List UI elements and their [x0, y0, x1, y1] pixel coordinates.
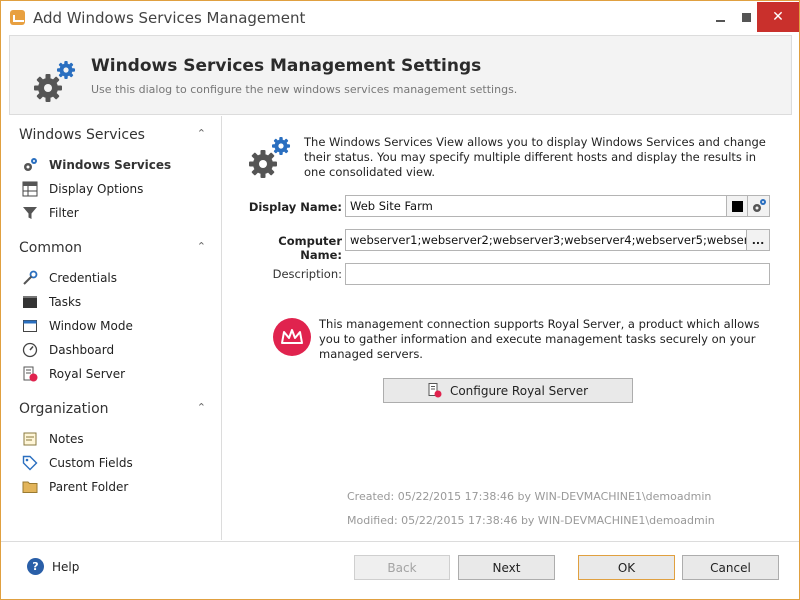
minimize-button[interactable]: [707, 2, 733, 32]
chevron-up-icon[interactable]: ⌃: [197, 127, 206, 140]
sidebar-item-credentials[interactable]: Credentials: [21, 268, 216, 288]
configure-royal-server-button[interactable]: Configure Royal Server: [383, 378, 633, 403]
tag-icon: [21, 455, 39, 471]
sidebar: Windows Services ⌃ Windows Services Disp…: [9, 116, 222, 540]
modified-text: Modified: 05/22/2015 17:38:46 by WIN-DEV…: [347, 514, 715, 527]
window-title: Add Windows Services Management: [33, 9, 306, 27]
color-swatch-icon: [731, 200, 743, 212]
header-title: Windows Services Management Settings: [91, 56, 482, 76]
browse-button[interactable]: ...: [746, 229, 770, 251]
cancel-button[interactable]: Cancel: [682, 555, 779, 580]
royal-server-icon: [21, 366, 39, 382]
notes-icon: [21, 431, 39, 447]
group-organization[interactable]: Organization ⌃: [19, 401, 214, 417]
window-icon: [21, 318, 39, 334]
dialog-window: Add Windows Services Management ✕ Window…: [0, 0, 800, 600]
sidebar-item-dashboard[interactable]: Dashboard: [21, 340, 216, 360]
key-icon: [21, 270, 39, 286]
sidebar-item-custom-fields[interactable]: Custom Fields: [21, 453, 216, 473]
close-button[interactable]: ✕: [757, 2, 799, 32]
sidebar-item-label: Parent Folder: [49, 480, 129, 494]
computer-name-label: Computer Name:: [278, 234, 342, 262]
help-link[interactable]: ? Help: [27, 558, 79, 575]
maximize-icon: [741, 12, 751, 22]
sidebar-item-label: Display Options: [49, 182, 144, 196]
header-subtitle: Use this dialog to configure the new win…: [91, 83, 518, 96]
group-windows-services[interactable]: Windows Services ⌃: [19, 127, 214, 143]
sidebar-item-royal-server[interactable]: Royal Server: [21, 364, 216, 384]
chevron-up-icon[interactable]: ⌃: [197, 240, 206, 253]
gears-icon: [21, 157, 39, 173]
maximize-button[interactable]: [733, 2, 759, 32]
display-options-icon: [21, 181, 39, 197]
next-button[interactable]: Next: [458, 555, 555, 580]
sidebar-item-parent-folder[interactable]: Parent Folder: [21, 477, 216, 497]
back-button[interactable]: Back: [354, 555, 450, 580]
gears-icon: [752, 199, 766, 212]
royal-server-icon: [428, 383, 442, 398]
color-picker-button[interactable]: [726, 195, 748, 217]
gears-icon: [34, 61, 75, 102]
group-common[interactable]: Common ⌃: [19, 240, 214, 256]
sidebar-item-label: Custom Fields: [49, 456, 133, 470]
sidebar-item-label: Credentials: [49, 271, 118, 285]
sidebar-item-label: Notes: [49, 432, 84, 446]
computer-name-input[interactable]: webserver1;webserver2;webserver3;webserv…: [345, 229, 747, 251]
filter-icon: [21, 205, 39, 221]
dashboard-icon: [21, 342, 39, 358]
display-name-label: Display Name:: [248, 200, 342, 214]
description-input[interactable]: [345, 263, 770, 285]
crown-icon: [281, 329, 303, 344]
sidebar-item-label: Windows Services: [49, 158, 172, 172]
group-title: Windows Services: [19, 127, 145, 143]
gears-icon: [249, 137, 290, 178]
chevron-up-icon[interactable]: ⌃: [197, 401, 206, 414]
sidebar-item-label: Dashboard: [49, 343, 115, 357]
folder-icon: [21, 479, 39, 495]
dialog-header: Windows Services Management Settings Use…: [9, 35, 792, 115]
sidebar-item-notes[interactable]: Notes: [21, 429, 216, 449]
royal-server-logo: [273, 318, 311, 356]
description-label: Description:: [272, 267, 342, 281]
sidebar-item-label: Filter: [49, 206, 79, 220]
app-icon: [10, 10, 25, 25]
help-icon: ?: [27, 558, 44, 575]
sidebar-item-label: Tasks: [49, 295, 82, 309]
tasks-icon: [21, 294, 39, 310]
sidebar-item-windows-services[interactable]: Windows Services: [21, 155, 216, 175]
minimize-icon: [715, 20, 725, 22]
close-icon: ✕: [772, 9, 784, 25]
info-text: The Windows Services View allows you to …: [304, 135, 766, 179]
icon-picker-button[interactable]: [747, 195, 770, 217]
sidebar-item-display-options[interactable]: Display Options: [21, 179, 216, 199]
dialog-footer: ? Help Back Next OK Cancel: [1, 541, 799, 599]
royal-server-text: This management connection supports Roya…: [319, 317, 760, 361]
help-label: Help: [52, 559, 80, 574]
sidebar-item-window-mode[interactable]: Window Mode: [21, 316, 216, 336]
group-title: Common: [19, 240, 83, 256]
ok-button[interactable]: OK: [578, 555, 675, 580]
sidebar-item-tasks[interactable]: Tasks: [21, 292, 216, 312]
created-text: Created: 05/22/2015 17:38:46 by WIN-DEVM…: [347, 490, 712, 503]
display-name-input[interactable]: Web Site Farm: [345, 195, 727, 217]
configure-button-label: Configure Royal Server: [449, 383, 589, 398]
sidebar-item-label: Window Mode: [49, 319, 133, 333]
sidebar-item-filter[interactable]: Filter: [21, 203, 216, 223]
group-title: Organization: [19, 401, 109, 417]
sidebar-item-label: Royal Server: [49, 367, 126, 381]
title-bar[interactable]: Add Windows Services Management ✕: [1, 1, 799, 35]
main-content: The Windows Services View allows you to …: [223, 116, 792, 540]
